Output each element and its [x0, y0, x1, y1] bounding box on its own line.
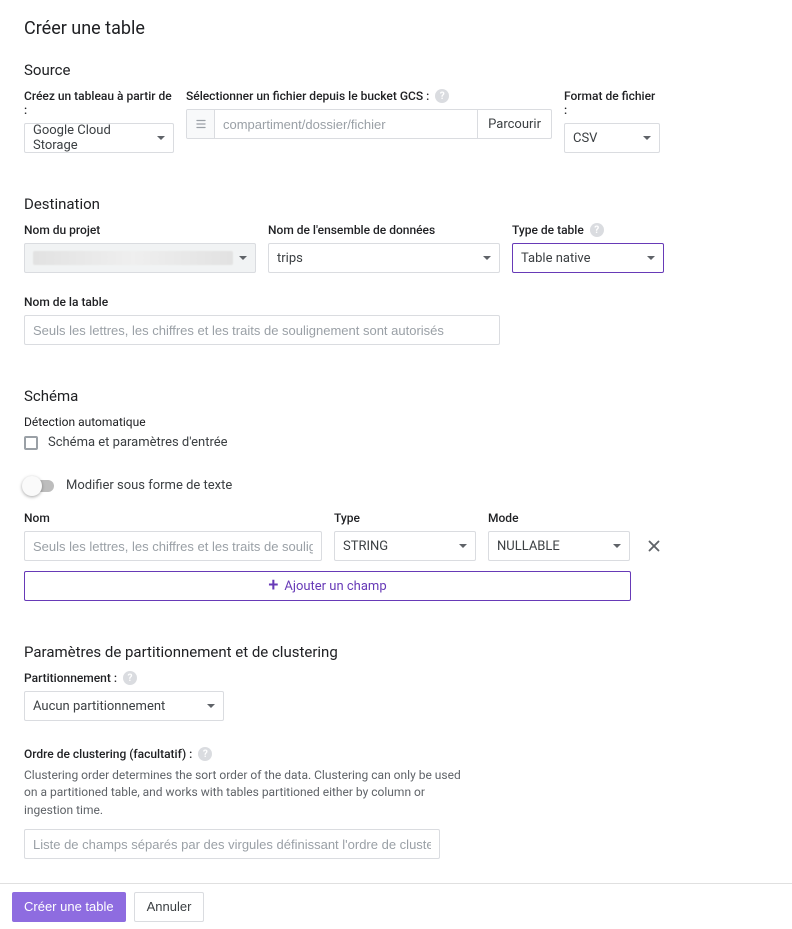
file-format-label: Format de fichier : — [564, 89, 660, 117]
section-schema-title: Schéma — [24, 387, 768, 405]
table-type-label: Type de table ? — [512, 223, 664, 237]
chevron-down-icon — [613, 544, 621, 548]
dataset-label: Nom de l'ensemble de données — [268, 223, 500, 237]
remove-field-button[interactable] — [642, 531, 666, 561]
section-partition-title: Paramètres de partitionnement et de clus… — [24, 643, 768, 661]
chevron-down-icon — [643, 136, 651, 140]
edit-as-text-toggle[interactable] — [24, 480, 54, 492]
create-table-button[interactable]: Créer une table — [12, 892, 126, 922]
schema-type-dropdown[interactable]: STRING — [334, 531, 476, 561]
help-icon[interactable]: ? — [590, 223, 604, 237]
help-icon[interactable]: ? — [198, 747, 212, 761]
browse-button[interactable]: Parcourir — [477, 110, 551, 138]
clustering-input[interactable] — [25, 830, 439, 858]
table-type-value: Table native — [521, 251, 590, 266]
footer: Créer une table Annuler — [0, 883, 792, 929]
gcs-file-input[interactable] — [215, 110, 477, 138]
schema-mode-value: NULLABLE — [497, 539, 560, 554]
partition-dropdown[interactable]: Aucun partitionnement — [24, 691, 224, 721]
clustering-description: Clustering order determines the sort ord… — [24, 767, 464, 819]
chevron-down-icon — [239, 256, 247, 260]
plus-icon: + — [268, 577, 278, 595]
schema-mode-label: Mode — [488, 511, 630, 525]
cancel-button[interactable]: Annuler — [134, 892, 205, 922]
project-dropdown[interactable] — [24, 243, 256, 273]
clustering-label: Ordre de clustering (facultatif) : ? — [24, 747, 768, 761]
section-destination-title: Destination — [24, 195, 768, 213]
create-from-label: Créez un tableau à partir de : — [24, 89, 174, 117]
file-format-dropdown[interactable]: CSV — [564, 123, 660, 153]
chevron-down-icon — [483, 256, 491, 260]
table-type-dropdown[interactable]: Table native — [512, 243, 664, 273]
chevron-down-icon — [157, 136, 165, 140]
chevron-down-icon — [459, 544, 467, 548]
help-icon[interactable]: ? — [123, 671, 137, 685]
schema-type-value: STRING — [343, 539, 388, 554]
schema-name-label: Nom — [24, 511, 322, 525]
schema-name-input[interactable] — [25, 532, 321, 560]
file-icon — [187, 110, 215, 138]
chevron-down-icon — [647, 256, 655, 260]
dataset-dropdown[interactable]: trips — [268, 243, 500, 273]
add-field-label: Ajouter un champ — [284, 579, 386, 594]
help-icon[interactable]: ? — [435, 89, 449, 103]
table-name-input[interactable] — [25, 316, 499, 344]
schema-type-label: Type — [334, 511, 476, 525]
partition-label: Partitionnement : ? — [24, 671, 768, 685]
gcs-file-input-group: Parcourir — [186, 109, 552, 139]
autodetect-checkbox[interactable] — [24, 436, 38, 450]
schema-mode-dropdown[interactable]: NULLABLE — [488, 531, 630, 561]
section-source-title: Source — [24, 61, 768, 79]
create-from-value: Google Cloud Storage — [33, 123, 151, 153]
create-from-dropdown[interactable]: Google Cloud Storage — [24, 123, 174, 153]
page-title: Créer une table — [24, 18, 768, 39]
table-name-label: Nom de la table — [24, 295, 500, 309]
project-value-redacted — [33, 251, 233, 265]
schema-name-input-wrap — [24, 531, 322, 561]
project-label: Nom du projet — [24, 223, 256, 237]
chevron-down-icon — [207, 704, 215, 708]
table-name-input-wrap — [24, 315, 500, 345]
clustering-input-wrap — [24, 829, 440, 859]
edit-as-text-label: Modifier sous forme de texte — [66, 478, 232, 493]
select-file-label: Sélectionner un fichier depuis le bucket… — [186, 89, 552, 103]
file-format-value: CSV — [573, 131, 597, 146]
autodetect-checkbox-label: Schéma et paramètres d'entrée — [48, 435, 228, 450]
partition-value: Aucun partitionnement — [33, 699, 165, 714]
toggle-knob — [22, 476, 42, 496]
dataset-value: trips — [277, 251, 303, 266]
add-field-button[interactable]: + Ajouter un champ — [24, 571, 631, 601]
autodetect-label: Détection automatique — [24, 415, 768, 429]
